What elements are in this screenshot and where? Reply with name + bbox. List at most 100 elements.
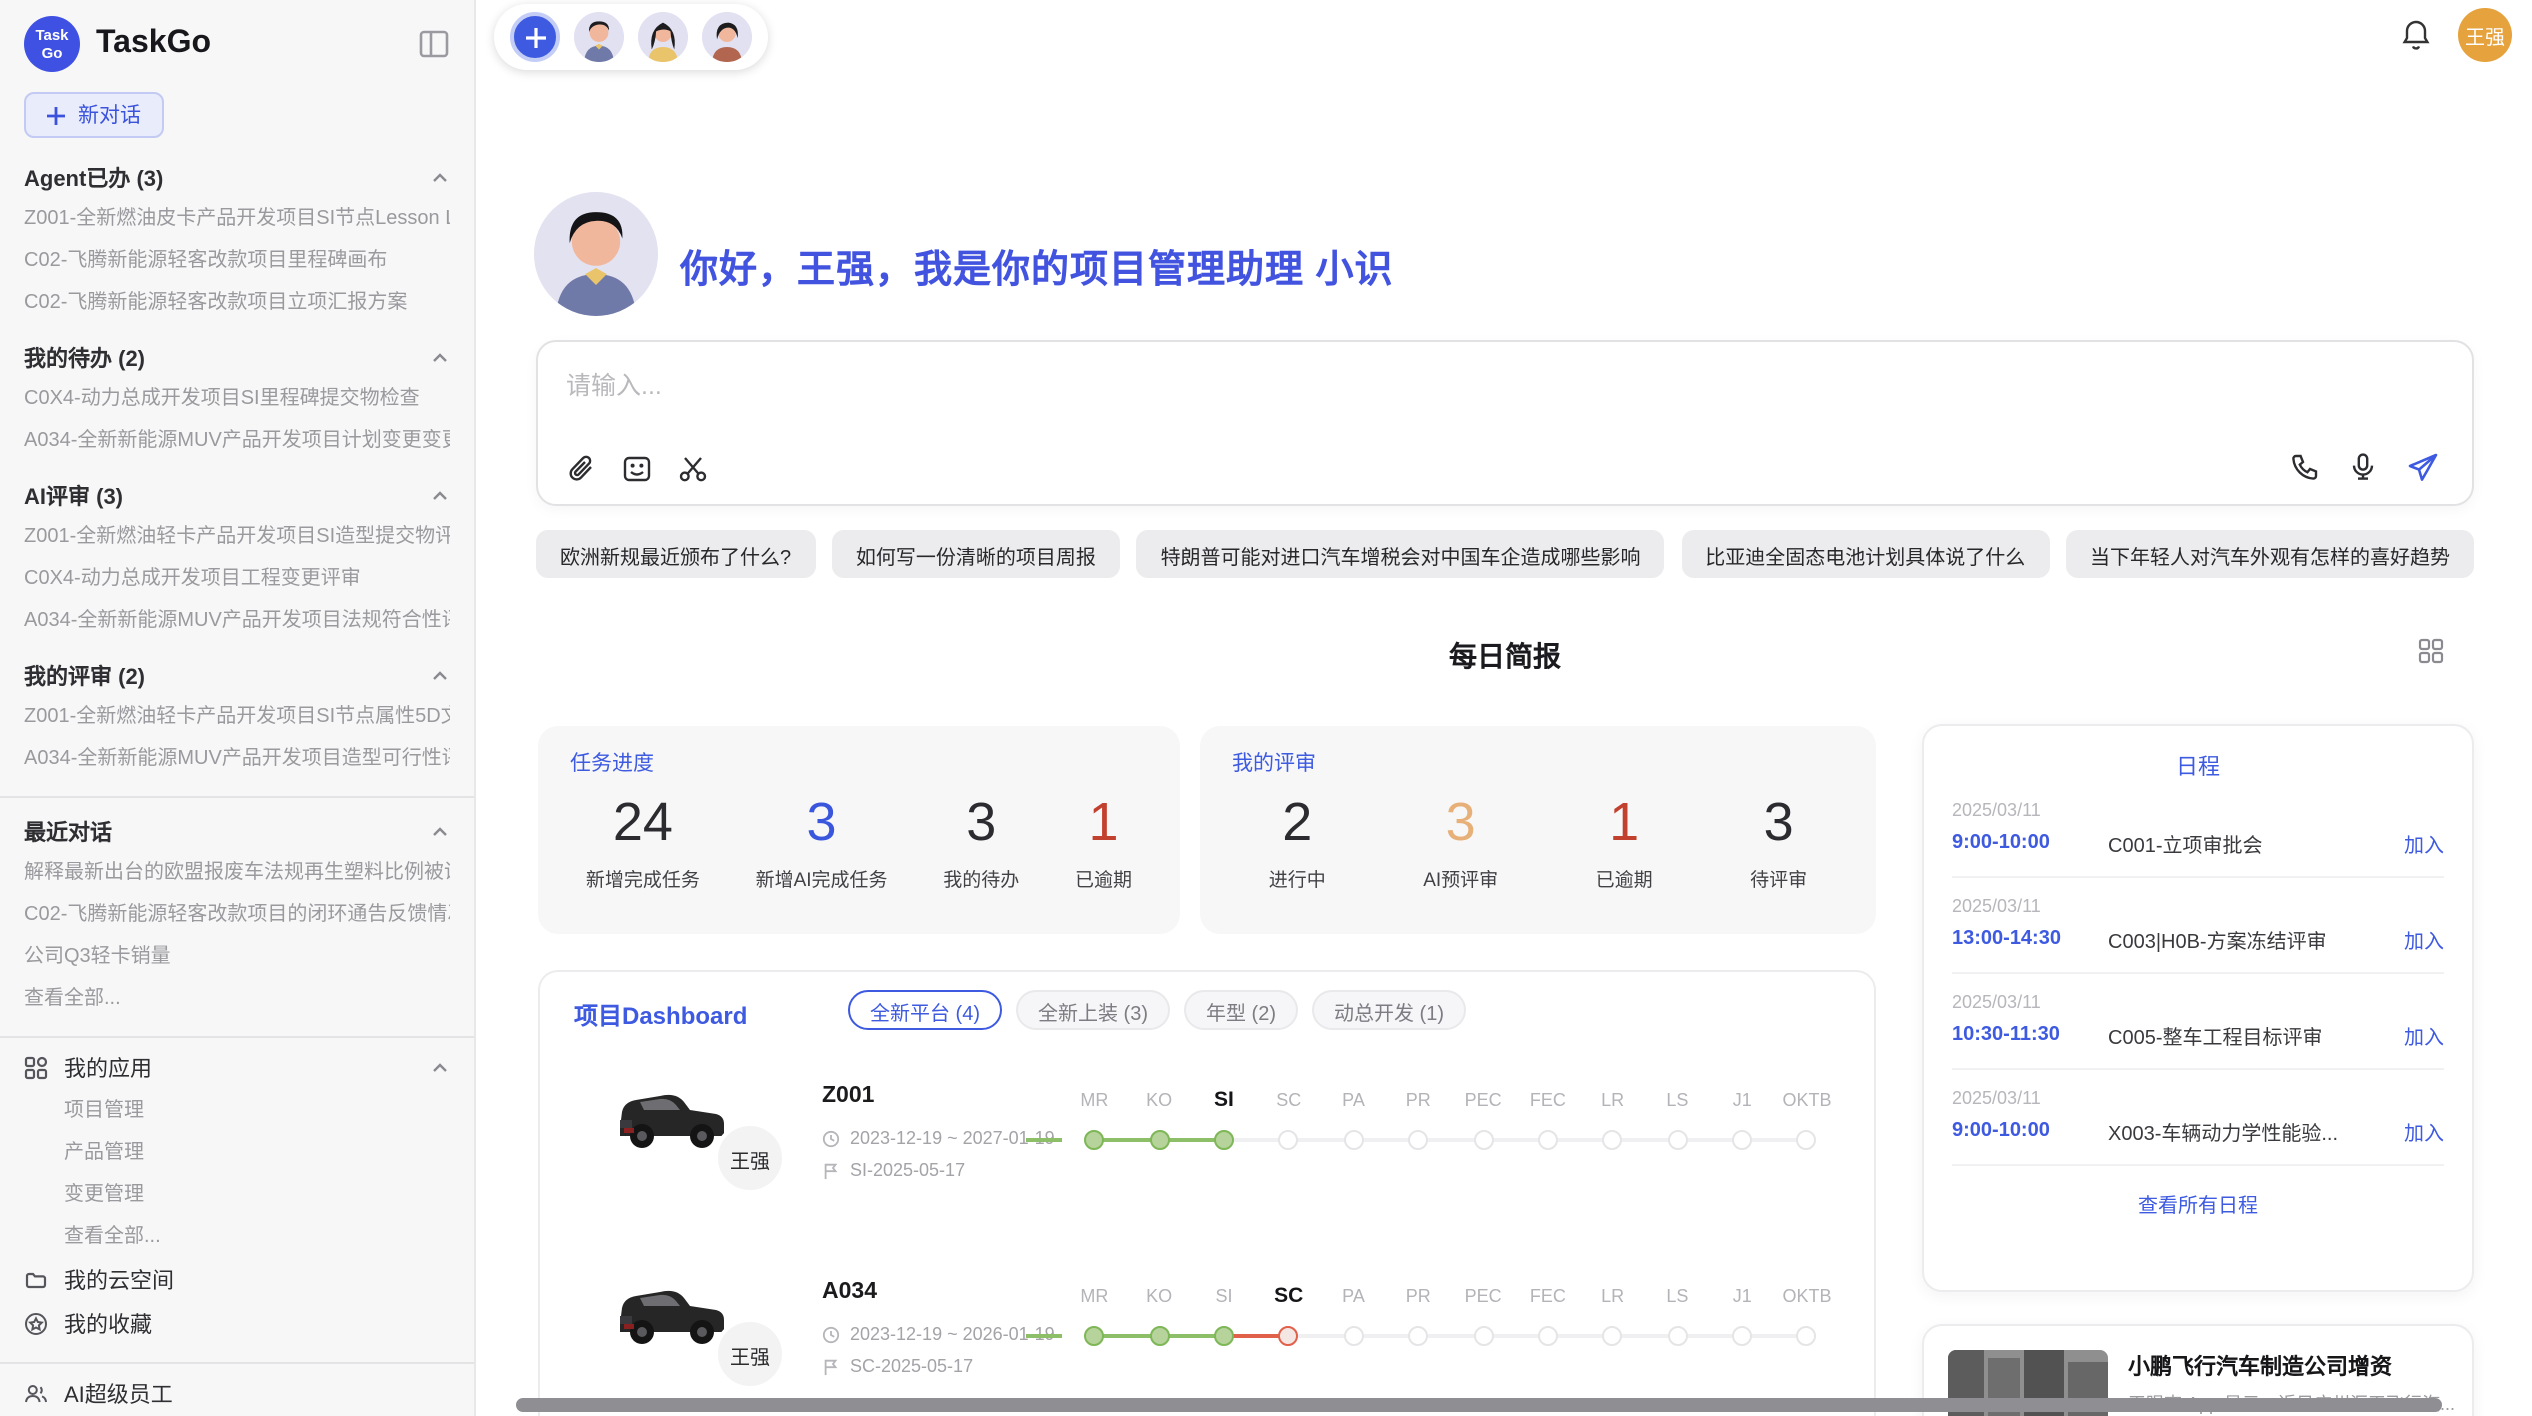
app-sub-item[interactable]: 查看全部...: [24, 1216, 450, 1258]
sidebar-section-header[interactable]: AI评审 (3): [24, 476, 450, 516]
sidebar-header: Task Go TaskGo: [0, 0, 474, 80]
agent-avatar-2[interactable]: [638, 12, 688, 62]
app-sub-item[interactable]: 变更管理: [24, 1174, 450, 1216]
recent-conversation-item[interactable]: 解释最新出台的欧盟报废车法规再生塑料比例被调至15%...: [24, 852, 450, 894]
sidebar-task-item[interactable]: Z001-全新燃油轻卡产品开发项目SI造型提交物评审: [24, 516, 450, 558]
milestone-dot[interactable]: [1084, 1326, 1104, 1346]
sidebar-task-item[interactable]: C0X4-动力总成开发项目SI里程碑提交物检查: [24, 378, 450, 420]
sidebar-task-item[interactable]: Z001-全新燃油皮卡产品开发项目SI节点Lesson Learn报告: [24, 198, 450, 240]
recent-conversation-item[interactable]: 公司Q3轻卡销量: [24, 936, 450, 978]
taskgo-logo: Task Go: [24, 16, 80, 72]
new-chat-button[interactable]: 新对话: [24, 92, 163, 138]
stat-label: 进行中: [1269, 864, 1326, 892]
sidebar-section-header[interactable]: Agent已办 (3): [24, 158, 450, 198]
suggestion-chip[interactable]: 比亚迪全固态电池计划具体说了什么: [1681, 530, 2049, 578]
plus-icon: [46, 105, 66, 125]
join-button[interactable]: 加入: [2404, 1116, 2444, 1146]
sidebar-task-item[interactable]: A034-全新新能源MUV产品开发项目计划变更变更编写: [24, 420, 450, 462]
milestone-dot[interactable]: [1797, 1130, 1817, 1150]
milestone-dot[interactable]: [1279, 1326, 1299, 1346]
composer-input[interactable]: 请输入...: [566, 364, 662, 402]
view-all-schedule-link[interactable]: 查看所有日程: [1952, 1188, 2444, 1218]
user-avatar[interactable]: 王强: [2458, 8, 2512, 62]
sidebar-item-favorites[interactable]: 我的收藏: [24, 1302, 450, 1346]
horizontal-scrollbar[interactable]: [516, 1398, 2442, 1412]
milestone-dot[interactable]: [1603, 1326, 1623, 1346]
suggestion-chip[interactable]: 特朗普可能对进口汽车增税会对中国车企造成哪些影响: [1137, 530, 1665, 578]
milestone-dot[interactable]: [1797, 1326, 1817, 1346]
milestone-dot[interactable]: [1732, 1326, 1752, 1346]
sidebar-task-item[interactable]: A034-全新新能源MUV产品开发项目法规符合性评审: [24, 600, 450, 642]
recent-conversation-item[interactable]: C02-飞腾新能源轻客改款项目的闭环通告反馈情况: [24, 894, 450, 936]
add-agent-button[interactable]: [510, 12, 560, 62]
sidebar-section-header[interactable]: 我的评审 (2): [24, 656, 450, 696]
milestone-dot[interactable]: [1732, 1130, 1752, 1150]
milestone-dot[interactable]: [1214, 1130, 1234, 1150]
milestone-label: KO: [1127, 1282, 1192, 1310]
join-button[interactable]: 加入: [2404, 828, 2444, 858]
sidebar-task-item[interactable]: A034-全新新能源MUV产品开发项目造型可行性评审: [24, 738, 450, 780]
milestone-dot[interactable]: [1344, 1130, 1364, 1150]
milestone-dot[interactable]: [1667, 1326, 1687, 1346]
event-time: 9:00-10:00: [1952, 1120, 2108, 1142]
milestone-dot[interactable]: [1603, 1130, 1623, 1150]
logo-line-2: Go: [42, 44, 63, 62]
image-icon[interactable]: [622, 454, 652, 484]
dashboard-filter-chip[interactable]: 全新上装 (3): [1016, 990, 1170, 1030]
send-icon[interactable]: [2406, 450, 2440, 484]
stat-label: 新增完成任务: [586, 864, 700, 892]
dashboard-filter-chip[interactable]: 全新平台 (4): [848, 990, 1002, 1030]
milestone-dot[interactable]: [1149, 1130, 1169, 1150]
layout-grid-icon[interactable]: [2418, 638, 2444, 664]
agent-avatar-1[interactable]: [574, 12, 624, 62]
recent-conversation-item[interactable]: 查看全部...: [24, 978, 450, 1020]
clock-icon: [822, 1129, 840, 1147]
milestone-dot[interactable]: [1408, 1130, 1428, 1150]
sidebar-task-item[interactable]: C02-飞腾新能源轻客改款项目立项汇报方案: [24, 282, 450, 324]
scissors-icon[interactable]: [678, 454, 708, 484]
project-code[interactable]: Z001: [822, 1084, 874, 1108]
notification-bell-icon[interactable]: [2400, 18, 2432, 52]
sidebar-section-recent[interactable]: 最近对话: [24, 812, 450, 852]
sidebar-collapse-icon[interactable]: [418, 28, 450, 60]
dashboard-filter-chip[interactable]: 动总开发 (1): [1312, 990, 1466, 1030]
milestone-dots: [1062, 1128, 1839, 1152]
assistant-avatar-illustration: [534, 192, 658, 316]
milestone-dot[interactable]: [1538, 1326, 1558, 1346]
milestone-dot[interactable]: [1149, 1326, 1169, 1346]
suggestion-chips: 欧洲新规最近颁布了什么? 如何写一份清晰的项目周报特朗普可能对进口汽车增税会对中国…: [536, 530, 2474, 578]
sidebar: Task Go TaskGo 新对话 Agent已办 (3)Z001-全新燃油皮…: [0, 0, 476, 1416]
dashboard-filter-chip[interactable]: 年型 (2): [1184, 990, 1298, 1030]
sidebar-item-cloud-space[interactable]: 我的云空间: [24, 1258, 450, 1302]
suggestion-chip[interactable]: 当下年轻人对汽车外观有怎样的喜好趋势: [2066, 530, 2474, 578]
user-name: 王强: [2465, 20, 2505, 50]
agent-avatar-3[interactable]: [702, 12, 752, 62]
sidebar-item-ai-staff[interactable]: AI超级员工: [24, 1372, 450, 1416]
milestone-dot[interactable]: [1538, 1130, 1558, 1150]
milestone-dot[interactable]: [1667, 1130, 1687, 1150]
phone-icon[interactable]: [2290, 452, 2320, 482]
mic-icon[interactable]: [2348, 452, 2378, 482]
divider: [1952, 1068, 2444, 1070]
milestone-dot[interactable]: [1279, 1130, 1299, 1150]
sidebar-item-my-apps[interactable]: 我的应用: [24, 1046, 450, 1090]
milestone-dot[interactable]: [1473, 1130, 1493, 1150]
sidebar-task-item[interactable]: C02-飞腾新能源轻客改款项目里程碑画布: [24, 240, 450, 282]
app-sub-item[interactable]: 项目管理: [24, 1090, 450, 1132]
sidebar-task-item[interactable]: C0X4-动力总成开发项目工程变更评审: [24, 558, 450, 600]
milestone-dot[interactable]: [1214, 1326, 1234, 1346]
milestone-dot[interactable]: [1408, 1326, 1428, 1346]
paperclip-icon[interactable]: [566, 454, 596, 484]
milestone-dot[interactable]: [1084, 1130, 1104, 1150]
project-code[interactable]: A034: [822, 1280, 877, 1304]
milestone-dot[interactable]: [1473, 1326, 1493, 1346]
join-button[interactable]: 加入: [2404, 924, 2444, 954]
suggestion-chip[interactable]: 如何写一份清晰的项目周报: [832, 530, 1120, 578]
divider: [0, 1362, 474, 1364]
sidebar-section-header[interactable]: 我的待办 (2): [24, 338, 450, 378]
sidebar-task-item[interactable]: Z001-全新燃油轻卡产品开发项目SI节点属性5D文件评审: [24, 696, 450, 738]
suggestion-chip[interactable]: 欧洲新规最近颁布了什么?: [536, 530, 815, 578]
milestone-dot[interactable]: [1344, 1326, 1364, 1346]
app-sub-item[interactable]: 产品管理: [24, 1132, 450, 1174]
join-button[interactable]: 加入: [2404, 1020, 2444, 1050]
